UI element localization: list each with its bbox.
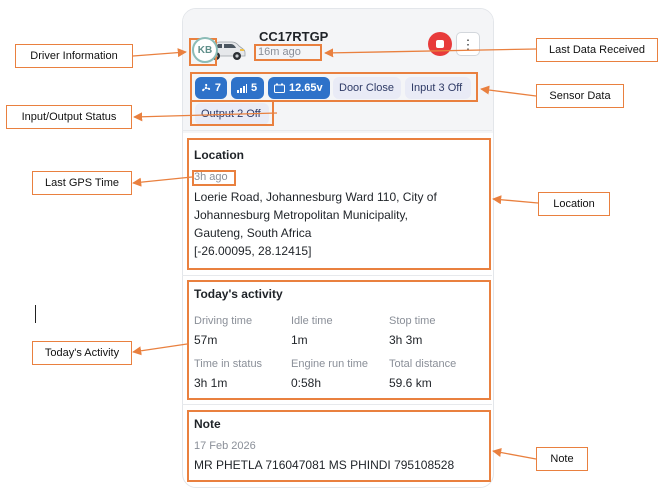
text-cursor	[35, 305, 36, 323]
annotation-arrows	[132, 48, 539, 460]
annotation-todays-activity: Today's Activity	[32, 341, 132, 365]
annotation-input-output-status: Input/Output Status	[6, 105, 132, 129]
annotation-note: Note	[536, 447, 588, 471]
annotation-driver-information: Driver Information	[15, 44, 133, 68]
annotation-last-gps-time: Last GPS Time	[32, 171, 132, 195]
annotation-sensor-data: Sensor Data	[536, 84, 624, 108]
annotation-last-data-received: Last Data Received	[536, 38, 658, 62]
annotation-location: Location	[538, 192, 610, 216]
driver-avatar[interactable]: KB	[192, 37, 218, 63]
